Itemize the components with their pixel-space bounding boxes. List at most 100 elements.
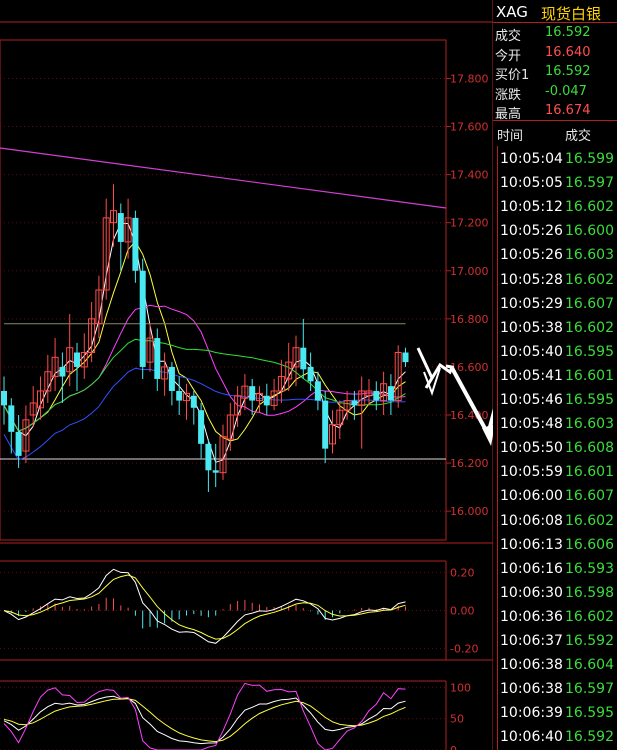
macd-indicator xyxy=(3,568,406,644)
tick-row[interactable]: 10:05:41 16.601 xyxy=(498,365,617,389)
tick-time: 10:05:05 xyxy=(500,175,563,192)
ticks-header-price: 成交 xyxy=(565,129,592,144)
tick-row[interactable]: 10:05:46 16.595 xyxy=(498,389,617,413)
chart-area[interactable]: 17.80017.60017.40017.20017.00016.80016.6… xyxy=(0,0,493,750)
tick-time: 10:06:37 xyxy=(500,633,563,649)
kdj-tick-label: 0 xyxy=(450,744,457,750)
tick-time: 10:06:00 xyxy=(500,488,563,505)
tick-price: 16.607 xyxy=(565,488,614,505)
tick-price: 16.604 xyxy=(565,657,614,674)
tick-row[interactable]: 10:05:50 16.608 xyxy=(498,437,617,461)
tick-time: 10:06:08 xyxy=(500,512,563,529)
price-tick-label: 17.000 xyxy=(450,265,489,278)
quote-panel: XAG 现货白银 成交 16.592 今开 16.640 买价1 16.592 涨跌 -0.0… xyxy=(493,0,617,750)
tick-row[interactable]: 10:05:05 16.597 xyxy=(498,172,617,196)
tick-price: 16.597 xyxy=(565,681,614,698)
macd-dea-line xyxy=(3,574,406,640)
tick-row[interactable]: 10:05:04 16.599 xyxy=(498,148,617,172)
kdj-indicator xyxy=(3,682,406,750)
candle-body xyxy=(300,347,307,370)
tick-row[interactable]: 10:06:39 16.595 xyxy=(498,702,617,726)
tick-price: 16.602 xyxy=(565,512,614,529)
instrument-symbol: XAG xyxy=(496,3,528,21)
tick-price: 16.599 xyxy=(565,151,614,167)
candle-body xyxy=(198,410,205,444)
tick-row[interactable]: 10:05:26 16.603 xyxy=(498,244,617,268)
tick-price: 16.595 xyxy=(565,392,614,408)
ma-line-blue xyxy=(3,367,406,461)
tick-price: 16.592 xyxy=(565,729,614,746)
tick-price: 16.606 xyxy=(565,536,614,553)
tick-row[interactable]: 10:05:59 16.601 xyxy=(498,461,617,485)
price-tick-label: 17.600 xyxy=(450,121,489,134)
macd-dif-line xyxy=(3,568,406,644)
tick-row[interactable]: 10:06:40 16.592 xyxy=(498,726,617,750)
tick-row[interactable]: 10:05:40 16.595 xyxy=(498,341,617,365)
tick-time: 10:05:46 xyxy=(500,392,563,408)
tick-time: 10:05:26 xyxy=(500,223,563,240)
instrument-header: XAG 现货白银 xyxy=(493,0,617,23)
candle-body xyxy=(74,352,80,367)
candle-body xyxy=(190,395,197,408)
quote-row: 成交 16.592 xyxy=(493,24,617,44)
price-tick-label: 16.200 xyxy=(450,457,489,470)
ticks-header-time: 时间 xyxy=(497,129,524,144)
quote-row: 买价1 16.592 xyxy=(493,63,617,83)
candle-body xyxy=(387,386,394,401)
tick-time: 10:05:26 xyxy=(500,247,563,264)
tick-time: 10:06:40 xyxy=(500,729,563,746)
tick-time: 10:05:04 xyxy=(500,151,563,167)
tick-row[interactable]: 10:05:38 16.602 xyxy=(498,317,617,341)
tick-row[interactable]: 10:06:08 16.602 xyxy=(498,510,617,534)
quote-label: 涨跌 xyxy=(495,87,522,103)
tick-time: 10:05:28 xyxy=(500,271,563,288)
tick-price: 16.602 xyxy=(565,271,614,288)
tick-row[interactable]: 10:06:38 16.604 xyxy=(498,654,617,678)
quote-row: 最高 16.674 xyxy=(493,102,617,122)
tick-row[interactable]: 10:05:28 16.602 xyxy=(498,269,617,293)
tick-time: 10:06:30 xyxy=(500,584,563,601)
quote-row: 涨跌 -0.047 xyxy=(493,83,617,103)
tick-price: 16.595 xyxy=(565,705,614,722)
tick-row[interactable]: 10:06:36 16.602 xyxy=(498,606,617,630)
quote-label: 今开 xyxy=(495,48,522,64)
tick-row[interactable]: 10:06:37 16.592 xyxy=(498,630,617,654)
candle-body xyxy=(322,400,329,449)
price-tick-label: 17.400 xyxy=(450,169,489,182)
tick-time: 10:06:36 xyxy=(500,608,563,625)
tick-row[interactable]: 10:06:16 16.593 xyxy=(498,558,617,582)
candle-body xyxy=(373,390,380,401)
tick-time: 10:05:29 xyxy=(500,295,563,312)
tick-row[interactable]: 10:06:00 16.607 xyxy=(498,485,617,509)
tick-row[interactable]: 10:05:26 16.600 xyxy=(498,220,617,244)
tick-price: 16.597 xyxy=(565,175,614,192)
tick-price: 16.602 xyxy=(565,608,614,625)
price-tick-label: 17.800 xyxy=(450,72,489,85)
candle-body xyxy=(402,352,409,363)
tick-price: 16.595 xyxy=(565,343,614,360)
tick-row[interactable]: 10:06:13 16.606 xyxy=(498,534,617,558)
tick-row[interactable]: 10:06:30 16.598 xyxy=(498,582,617,606)
tick-row[interactable]: 10:06:38 16.597 xyxy=(498,678,617,702)
candle-body xyxy=(139,270,146,367)
kdj-d-line xyxy=(3,698,406,743)
tick-price: 16.603 xyxy=(565,416,614,433)
tick-row[interactable]: 10:05:29 16.607 xyxy=(498,293,617,317)
tick-row[interactable]: 10:05:12 16.602 xyxy=(498,196,617,220)
macd-axis: 0.20 0.00 -0.20 xyxy=(0,566,478,656)
tick-price: 16.600 xyxy=(565,223,614,240)
kdj-axis: 100 50 0 xyxy=(0,681,471,750)
wave-arrows xyxy=(416,347,493,446)
instrument-name: 现货白银 xyxy=(541,5,602,23)
ma-line-white xyxy=(3,223,406,463)
quote-label: 买价1 xyxy=(495,68,530,83)
quote-value: -0.047 xyxy=(545,83,587,99)
tick-time: 10:05:38 xyxy=(500,319,563,336)
candle-body xyxy=(176,390,183,401)
quote-value: 16.592 xyxy=(545,64,591,79)
tick-row[interactable]: 10:05:48 16.603 xyxy=(498,413,617,437)
price-tick-label: 16.800 xyxy=(450,313,489,326)
tick-price: 16.601 xyxy=(565,367,614,384)
candle-body xyxy=(212,470,219,473)
macd-tick-label: 0.00 xyxy=(450,605,475,618)
